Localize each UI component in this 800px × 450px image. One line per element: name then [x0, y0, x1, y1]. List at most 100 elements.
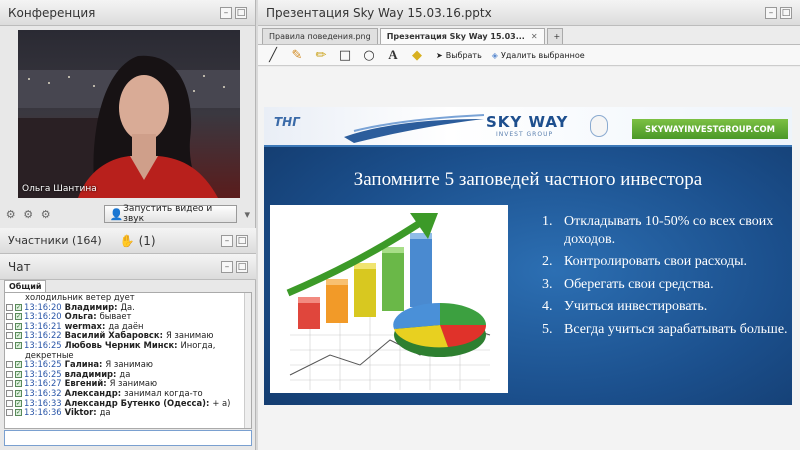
presenter-video: Ольга Шантина: [18, 30, 240, 198]
chat-input[interactable]: [4, 430, 252, 446]
message-checkbox[interactable]: [6, 399, 13, 407]
minimize-button[interactable]: –: [220, 6, 232, 19]
presentation-title: Презентация Sky Way 15.03.16.pptx: [266, 5, 492, 20]
message-checkbox[interactable]: [6, 341, 13, 349]
message-status-icon: ✓: [15, 370, 22, 378]
message-status-icon: ✓: [15, 332, 22, 340]
message-status-icon: ✓: [15, 409, 22, 417]
chat-header: Чат – □: [0, 254, 256, 280]
start-video-button[interactable]: 👤 Запустить видео и звук: [104, 204, 237, 224]
chat-minimize-button[interactable]: –: [221, 260, 233, 273]
tab-rules-image[interactable]: Правила поведения.png: [262, 28, 378, 44]
item-number: 5.: [542, 321, 553, 337]
presenter-name-label: Ольга Шантина: [22, 184, 97, 194]
message-text: да: [99, 407, 111, 418]
message-text: + а): [212, 397, 231, 408]
tng-logo: ТНГ: [274, 115, 300, 129]
eraser-tool-icon[interactable]: ◆: [408, 46, 426, 64]
presentation-minimize-button[interactable]: –: [765, 6, 777, 19]
chat-maximize-button[interactable]: □: [236, 260, 248, 273]
growth-chart-image: [286, 213, 491, 390]
message-author: Viktor:: [64, 407, 97, 418]
video-frame-image: [18, 30, 240, 198]
item-number: 4.: [542, 299, 553, 315]
commandments-list: 1. Откладывать 10-50% со всех своих доход…: [542, 213, 790, 344]
message-author: Любовь Черник Минск:: [64, 339, 178, 350]
participants-header[interactable]: Участники (164) ✋ (1) – □: [0, 228, 256, 254]
chat-messages: холодильник ветер дует ✓ 13:16:20 Владимир…: [4, 292, 252, 429]
commandment-item: 3. Оберегать свои средства.: [542, 276, 790, 294]
message-status-icon: ✓: [15, 322, 22, 330]
message-checkbox[interactable]: [6, 313, 13, 321]
pencil-tool-icon[interactable]: ✎: [288, 46, 306, 64]
delete-selected-label: Удалить выбранное: [500, 50, 585, 60]
maximize-button[interactable]: □: [235, 6, 247, 19]
delete-selected-tool[interactable]: ◈ Удалить выбранное: [492, 51, 585, 60]
item-text: Учиться инвестировать.: [564, 299, 708, 315]
select-label: Выбрать: [445, 50, 482, 60]
item-number: 1.: [542, 214, 553, 229]
item-text: Всегда учиться зарабатывать больше.: [564, 321, 788, 337]
line-tool-icon[interactable]: ╱: [264, 46, 282, 64]
camera-settings-icon[interactable]: ⚙: [39, 207, 52, 221]
slide-viewport: ТНГ SKY WAY INVEST GROUP SKYWAYINVESTGRO…: [258, 67, 800, 450]
message-checkbox[interactable]: [6, 409, 13, 417]
text-tool-icon[interactable]: A: [384, 46, 402, 64]
tab-label: Презентация Sky Way 15.03...: [386, 32, 525, 41]
presentation-maximize-button[interactable]: □: [780, 6, 792, 19]
participants-count: Участники (164): [8, 234, 102, 247]
message-checkbox[interactable]: [6, 303, 13, 311]
tab-label: Правила поведения.png: [269, 32, 371, 41]
emblem-icon: [590, 115, 608, 137]
presentation-slide: ТНГ SKY WAY INVEST GROUP SKYWAYINVESTGRO…: [264, 107, 792, 405]
tab-presentation[interactable]: Презентация Sky Way 15.03... ✕: [379, 28, 545, 44]
user-icon: 👤: [109, 207, 124, 221]
commandment-item: 4. Учиться инвестировать.: [542, 298, 790, 316]
message-text: Иногда,: [180, 339, 216, 350]
microphone-settings-icon[interactable]: ⚙: [21, 207, 34, 221]
participants-maximize-button[interactable]: □: [236, 234, 248, 247]
message-time: 13:16:36: [24, 407, 62, 418]
add-tab-button[interactable]: +: [546, 28, 563, 44]
slide-banner: ТНГ SKY WAY INVEST GROUP SKYWAYINVESTGRO…: [264, 107, 792, 147]
left-column: Конференция – □ Ольга Шантина ⚙ ⚙ ⚙ 👤 За…: [0, 0, 256, 450]
chat-scrollbar[interactable]: [244, 293, 251, 428]
start-video-label: Запустить видео и звук: [123, 204, 213, 224]
item-text: Контролировать свои расходы.: [564, 254, 748, 270]
chevron-down-icon[interactable]: ▾: [241, 207, 254, 221]
message-checkbox[interactable]: [6, 332, 13, 340]
video-controls: ⚙ ⚙ ⚙ 👤 Запустить видео и звук ▾: [4, 203, 254, 225]
message-checkbox[interactable]: [6, 361, 13, 369]
raised-hand-icon: ✋: [119, 233, 135, 248]
settings-icon[interactable]: ⚙: [4, 207, 17, 221]
message-status-icon: ✓: [15, 389, 22, 397]
message-status-icon: ✓: [15, 399, 22, 407]
item-number: 2.: [542, 254, 553, 270]
close-icon[interactable]: ✕: [531, 32, 538, 41]
message-checkbox[interactable]: [6, 322, 13, 330]
message-status-icon: ✓: [15, 303, 22, 311]
message-status-icon: ✓: [15, 341, 22, 349]
message-checkbox[interactable]: [6, 380, 13, 388]
commandment-item: 5. Всегда учиться зарабатывать больше.: [542, 321, 790, 339]
presentation-panel: Презентация Sky Way 15.03.16.pptx – □ Пр…: [258, 0, 800, 450]
message-status-icon: ✓: [15, 361, 22, 369]
commandment-item: 1. Откладывать 10-50% со всех своих доход…: [542, 213, 790, 248]
message-checkbox[interactable]: [6, 389, 13, 397]
chart-illustration: [270, 205, 508, 393]
participants-minimize-button[interactable]: –: [221, 234, 233, 247]
chat-message: ✓ 13:16:36 Viktor: да: [5, 408, 251, 418]
skyway-logo-subtitle: INVEST GROUP: [496, 131, 554, 138]
select-tool[interactable]: ➤ Выбрать: [436, 51, 482, 60]
presentation-header: Презентация Sky Way 15.03.16.pptx – □: [258, 0, 800, 26]
rectangle-tool-icon[interactable]: □: [336, 46, 354, 64]
conference-header: Конференция – □: [0, 0, 255, 26]
skyway-logo: SKY WAY: [486, 113, 569, 131]
message-checkbox[interactable]: [6, 370, 13, 378]
cursor-icon: ➤: [436, 50, 443, 60]
slide-heading: Запомните 5 заповедей частного инвестора: [353, 169, 703, 190]
marker-tool-icon[interactable]: ✏: [312, 46, 330, 64]
message-status-icon: ✓: [15, 380, 22, 388]
ellipse-tool-icon[interactable]: ○: [360, 46, 378, 64]
document-tabs: Правила поведения.png Презентация Sky Wa…: [262, 28, 563, 44]
